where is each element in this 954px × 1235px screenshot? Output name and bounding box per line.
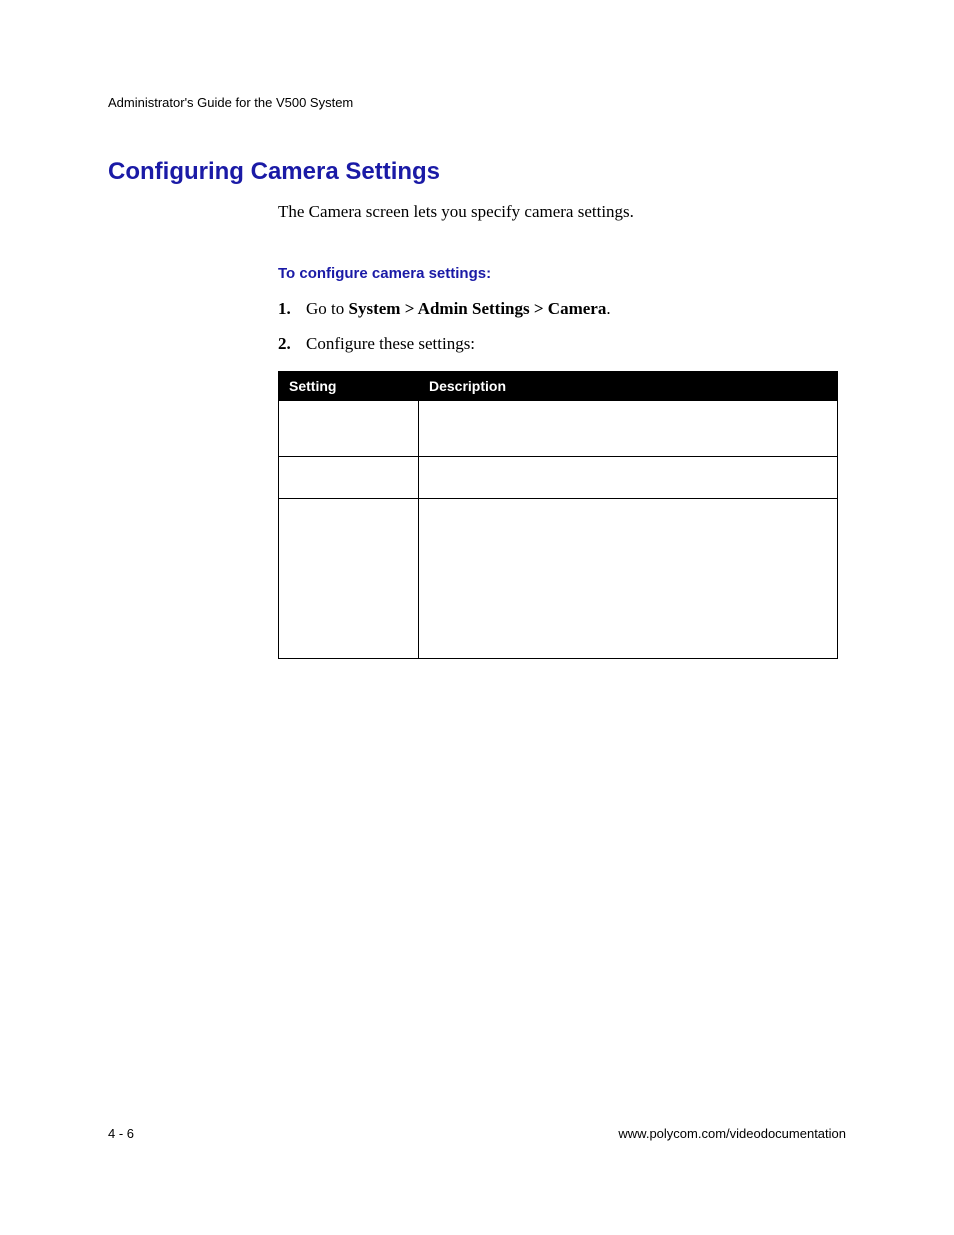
- table-row: [279, 400, 838, 456]
- section-title: Configuring Camera Settings: [108, 158, 846, 186]
- setting-cell: [279, 456, 419, 498]
- step-number: 1.: [278, 296, 306, 322]
- page-number: 4 - 6: [108, 1126, 134, 1141]
- footer-url: www.polycom.com/videodocumentation: [618, 1126, 846, 1141]
- table-row: [279, 498, 838, 658]
- step-body: Go to System > Admin Settings > Camera.: [306, 296, 846, 322]
- step-text-suffix: .: [606, 299, 610, 318]
- table-row: [279, 456, 838, 498]
- procedure-steps: 1. Go to System > Admin Settings > Camer…: [278, 296, 846, 357]
- table-header-description: Description: [419, 371, 838, 400]
- table-header-row: Setting Description: [279, 371, 838, 400]
- intro-paragraph: The Camera screen lets you specify camer…: [278, 200, 846, 225]
- step-text-prefix: Go to: [306, 299, 349, 318]
- step-text-prefix: Configure these settings:: [306, 334, 475, 353]
- setting-cell: [279, 400, 419, 456]
- description-cell: [419, 456, 838, 498]
- procedure-subhead: To configure camera settings:: [278, 265, 846, 282]
- running-header: Administrator's Guide for the V500 Syste…: [108, 95, 846, 110]
- description-cell: [419, 400, 838, 456]
- setting-cell: [279, 498, 419, 658]
- table-header-setting: Setting: [279, 371, 419, 400]
- step-body: Configure these settings:: [306, 331, 846, 357]
- step-text-bold: System > Admin Settings > Camera: [349, 299, 607, 318]
- document-page: Administrator's Guide for the V500 Syste…: [0, 0, 954, 1235]
- step-number: 2.: [278, 331, 306, 357]
- description-cell: [419, 498, 838, 658]
- page-footer: 4 - 6 www.polycom.com/videodocumentation: [108, 1126, 846, 1141]
- settings-table: Setting Description: [278, 371, 838, 659]
- step-item: 1. Go to System > Admin Settings > Camer…: [278, 296, 846, 322]
- step-item: 2. Configure these settings:: [278, 331, 846, 357]
